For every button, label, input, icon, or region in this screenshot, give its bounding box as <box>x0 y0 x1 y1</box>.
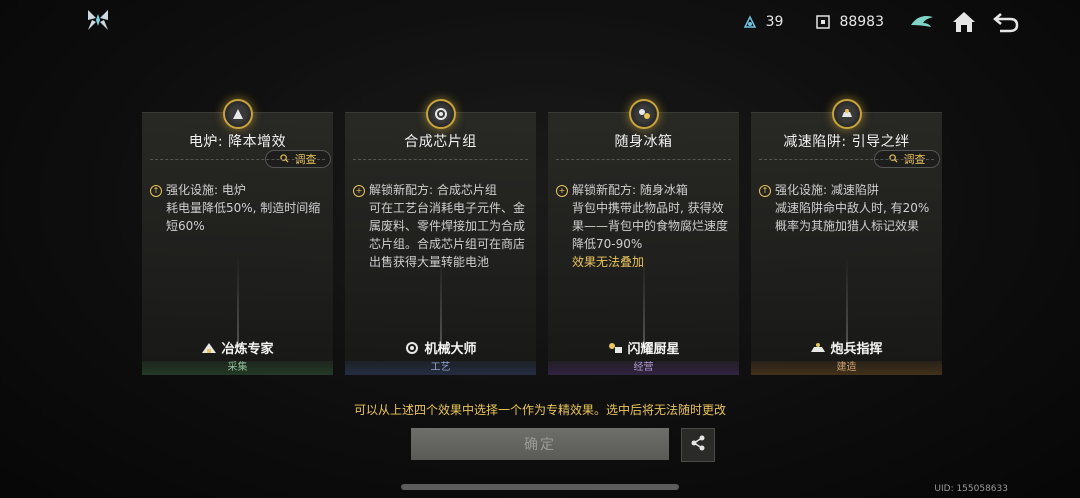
divider <box>759 159 934 160</box>
currency-resource: 88983 <box>815 14 884 30</box>
divider <box>150 159 325 160</box>
energy-icon <box>742 14 758 30</box>
role-label: 冶炼专家 <box>142 338 333 357</box>
role-name: 炮兵指挥 <box>830 342 883 357</box>
artillery-role-icon <box>810 341 826 355</box>
category-label: 采集 <box>142 361 333 375</box>
bottom-scrollbar[interactable] <box>401 484 679 490</box>
effect-body: 背包中携带此物品时, 获得效果——背包中的食物腐烂速度降低70-90% <box>572 201 729 251</box>
card-title: 随身冰箱 <box>614 134 673 150</box>
effect-line: 强化设施: 减速陷阱 <box>775 183 879 197</box>
specialty-card-3[interactable]: 随身冰箱 + 解锁新配方: 随身冰箱 背包中携带此物品时, 获得效果——背包中的食… <box>548 99 739 375</box>
currency-icon <box>815 14 831 30</box>
top-bar: 39 88983 <box>742 8 1020 36</box>
back-icon[interactable] <box>992 8 1020 36</box>
selection-notice: 可以从上述四个效果中选择一个作为专精效果。选中后将无法随时更改 <box>353 403 726 417</box>
effect-line: 解锁新配方: 合成芯片组 <box>369 183 497 197</box>
upgrade-icon: ↑ <box>759 185 771 197</box>
energy-resource: 39 <box>742 14 784 30</box>
role-label: 机械大师 <box>345 338 536 357</box>
category-label: 工艺 <box>345 361 536 375</box>
specialty-card-1[interactable]: 电炉: 降本增效 调查 ↑ 强化设施: 电炉 耗电量降低50%, 制造时间缩短60… <box>142 99 333 375</box>
card-title: 合成芯片组 <box>404 134 477 150</box>
energy-value: 39 <box>765 14 784 30</box>
role-label: 炮兵指挥 <box>751 338 942 357</box>
specialty-card-4[interactable]: 减速陷阱: 引导之绊 调查 ↑ 强化设施: 减速陷阱 减速陷阱命中敌人时, 有20… <box>751 99 942 375</box>
effect-line: 解锁新配方: 随身冰箱 <box>572 183 688 197</box>
light-beam <box>642 257 645 347</box>
chef-role-icon <box>607 341 623 355</box>
role-name: 闪耀厨星 <box>627 342 680 357</box>
mechanic-role-icon <box>404 341 420 355</box>
divider <box>353 159 528 160</box>
chip-badge-icon <box>425 99 456 129</box>
unlock-icon: + <box>556 185 568 197</box>
light-beam <box>236 257 239 347</box>
category-label: 建造 <box>751 361 942 375</box>
card-title: 减速陷阱: 引导之绊 <box>783 134 910 150</box>
specialty-card-2[interactable]: 合成芯片组 + 解锁新配方: 合成芯片组 可在工艺台消耗电子元件、金属废料、零件焊… <box>345 99 536 375</box>
uid-label: UID: 155058633 <box>934 484 1008 494</box>
trap-badge-icon <box>831 99 862 129</box>
share-icon <box>689 434 707 456</box>
role-label: 闪耀厨星 <box>548 338 739 357</box>
emblem-icon[interactable] <box>908 8 936 36</box>
fridge-badge-icon <box>628 99 659 129</box>
effect-body: 耗电量降低50%, 制造时间缩短60% <box>166 201 321 233</box>
light-beam <box>845 257 848 347</box>
card-description: ↑ 强化设施: 减速陷阱 减速陷阱命中敌人时, 有20%概率为其施加猎人标记效果 <box>759 181 932 235</box>
upgrade-icon: ↑ <box>150 185 162 197</box>
card-title: 电炉: 降本增效 <box>188 134 287 150</box>
effect-body: 减速陷阱命中敌人时, 有20%概率为其施加猎人标记效果 <box>775 201 930 233</box>
unlock-icon: + <box>353 185 365 197</box>
smelter-badge-icon <box>222 99 253 129</box>
category-label: 经营 <box>548 361 739 375</box>
card-description: ↑ 强化设施: 电炉 耗电量降低50%, 制造时间缩短60% <box>150 181 323 235</box>
effect-line: 强化设施: 电炉 <box>166 183 246 197</box>
role-name: 机械大师 <box>424 342 477 357</box>
divider <box>556 159 731 160</box>
role-name: 冶炼专家 <box>221 342 274 357</box>
light-beam <box>439 257 442 347</box>
smelter-role-icon <box>201 341 217 355</box>
share-button[interactable] <box>681 428 715 462</box>
logo-icon <box>84 6 112 34</box>
home-icon[interactable] <box>950 8 978 36</box>
confirm-button[interactable]: 确定 <box>411 428 669 460</box>
currency-value: 88983 <box>839 14 884 30</box>
